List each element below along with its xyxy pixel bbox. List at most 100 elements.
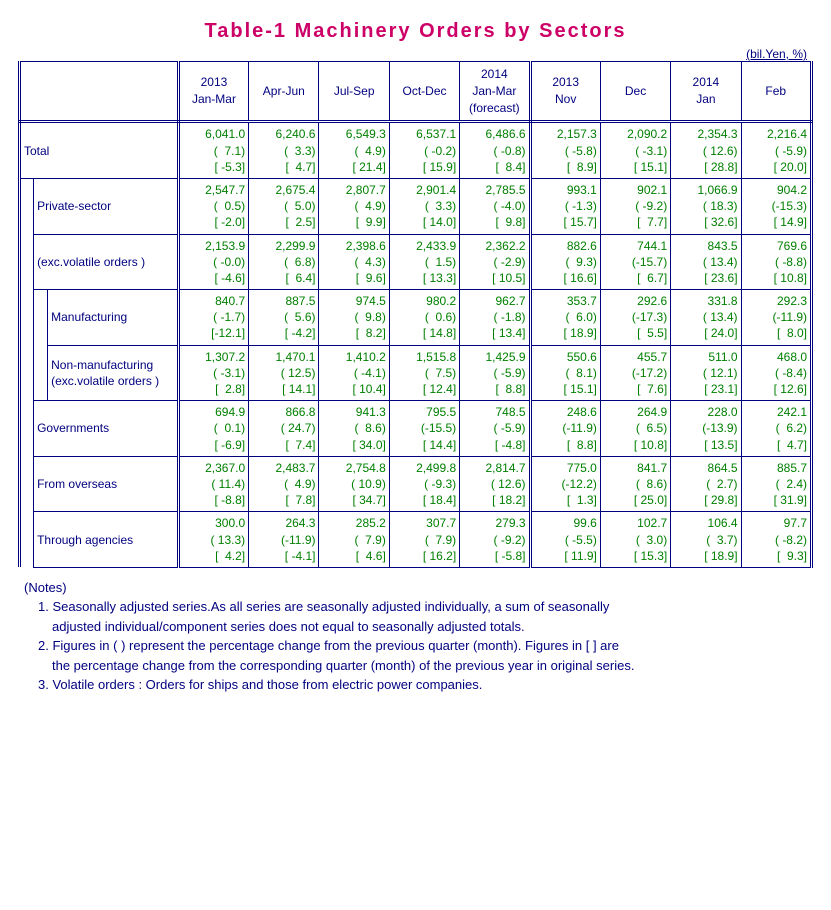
data-cell: 455.7 (-17.2) [ 7.6] [600, 345, 670, 401]
data-cell: 974.5 ( 9.8) [ 8.2] [319, 290, 389, 346]
note-1-cont: adjusted individual/component series doe… [52, 617, 813, 637]
data-cell: 887.5 ( 5.6) [ -4.2] [249, 290, 319, 346]
orders-table: 2013Jan-MarApr-JunJul-SepOct-Dec2014Jan-… [18, 61, 813, 568]
data-cell: 468.0 ( -8.4) [ 12.6] [741, 345, 811, 401]
indent-spacer [20, 178, 34, 567]
data-cell: 292.6 (-17.3) [ 5.5] [600, 290, 670, 346]
row-label: Through agencies [34, 512, 179, 568]
col-header: 2014Jan [671, 62, 741, 122]
note-3: 3. Volatile orders : Orders for ships an… [38, 675, 813, 695]
row-label: (exc.volatile orders ) [34, 234, 179, 290]
note-1: 1. Seasonally adjusted series.As all ser… [38, 597, 813, 617]
data-cell: 2,354.3 ( 12.6) [ 28.8] [671, 122, 741, 179]
data-cell: 300.0 ( 13.3) [ 4.2] [178, 512, 248, 568]
data-cell: 99.6 ( -5.5) [ 11.9] [530, 512, 600, 568]
data-cell: 1,470.1 ( 12.5) [ 14.1] [249, 345, 319, 401]
data-cell: 6,041.0 ( 7.1) [ -5.3] [178, 122, 248, 179]
data-cell: 993.1 ( -1.3) [ 15.7] [530, 178, 600, 234]
data-cell: 2,754.8 ( 10.9) [ 34.7] [319, 456, 389, 512]
row-label: From overseas [34, 456, 179, 512]
data-cell: 2,362.2 ( -2.9) [ 10.5] [460, 234, 530, 290]
indent-spacer [34, 290, 48, 401]
col-header: Jul-Sep [319, 62, 389, 122]
data-cell: 2,433.9 ( 1.5) [ 13.3] [389, 234, 459, 290]
data-cell: 775.0 (-12.2) [ 1.3] [530, 456, 600, 512]
data-cell: 2,153.9 ( -0.0) [ -4.6] [178, 234, 248, 290]
note-2: 2. Figures in ( ) represent the percenta… [38, 636, 813, 656]
data-cell: 1,515.8 ( 7.5) [ 12.4] [389, 345, 459, 401]
data-cell: 6,486.6 ( -0.8) [ 8.4] [460, 122, 530, 179]
data-cell: 242.1 ( 6.2) [ 4.7] [741, 401, 811, 457]
data-cell: 285.2 ( 7.9) [ 4.6] [319, 512, 389, 568]
data-cell: 2,157.3 ( -5.8) [ 8.9] [530, 122, 600, 179]
data-cell: 228.0 (-13.9) [ 13.5] [671, 401, 741, 457]
data-cell: 885.7 ( 2.4) [ 31.9] [741, 456, 811, 512]
data-cell: 2,675.4 ( 5.0) [ 2.5] [249, 178, 319, 234]
data-cell: 2,299.9 ( 6.8) [ 6.4] [249, 234, 319, 290]
data-cell: 962.7 ( -1.8) [ 13.4] [460, 290, 530, 346]
data-cell: 102.7 ( 3.0) [ 15.3] [600, 512, 670, 568]
data-cell: 744.1 (-15.7) [ 6.7] [600, 234, 670, 290]
data-cell: 904.2 (-15.3) [ 14.9] [741, 178, 811, 234]
data-cell: 2,090.2 ( -3.1) [ 15.1] [600, 122, 670, 179]
data-cell: 902.1 ( -9.2) [ 7.7] [600, 178, 670, 234]
col-header: 2013Nov [530, 62, 600, 122]
data-cell: 1,425.9 ( -5.9) [ 8.8] [460, 345, 530, 401]
col-header: 2013Jan-Mar [178, 62, 248, 122]
col-header: Oct-Dec [389, 62, 459, 122]
data-cell: 748.5 ( -5.9) [ -4.8] [460, 401, 530, 457]
data-cell: 6,549.3 ( 4.9) [ 21.4] [319, 122, 389, 179]
data-cell: 1,410.2 ( -4.1) [ 10.4] [319, 345, 389, 401]
row-label: Governments [34, 401, 179, 457]
notes-header: (Notes) [24, 578, 813, 598]
data-cell: 97.7 ( -8.2) [ 9.3] [741, 512, 811, 568]
col-header: Feb [741, 62, 811, 122]
notes: (Notes) 1. Seasonally adjusted series.As… [18, 578, 813, 695]
col-header: 2014Jan-Mar(forecast) [460, 62, 530, 122]
data-cell: 331.8 ( 13.4) [ 24.0] [671, 290, 741, 346]
data-cell: 2,814.7 ( 12.6) [ 18.2] [460, 456, 530, 512]
data-cell: 2,398.6 ( 4.3) [ 9.6] [319, 234, 389, 290]
data-cell: 2,547.7 ( 0.5) [ -2.0] [178, 178, 248, 234]
data-cell: 2,367.0 ( 11.4) [ -8.8] [178, 456, 248, 512]
data-cell: 307.7 ( 7.9) [ 16.2] [389, 512, 459, 568]
data-cell: 353.7 ( 6.0) [ 18.9] [530, 290, 600, 346]
unit-label: (bil.Yen, %) [18, 47, 813, 61]
data-cell: 795.5 (-15.5) [ 14.4] [389, 401, 459, 457]
col-header: Dec [600, 62, 670, 122]
data-cell: 1,307.2 ( -3.1) [ 2.8] [178, 345, 248, 401]
data-cell: 980.2 ( 0.6) [ 14.8] [389, 290, 459, 346]
row-label: Private-sector [34, 178, 179, 234]
data-cell: 279.3 ( -9.2) [ -5.8] [460, 512, 530, 568]
data-cell: 2,901.4 ( 3.3) [ 14.0] [389, 178, 459, 234]
data-cell: 2,483.7 ( 4.9) [ 7.8] [249, 456, 319, 512]
data-cell: 941.3 ( 8.6) [ 34.0] [319, 401, 389, 457]
data-cell: 2,785.5 ( -4.0) [ 9.8] [460, 178, 530, 234]
row-label: Total [20, 122, 179, 179]
row-label: Non-manufacturing (exc.volatile orders ) [48, 345, 179, 401]
data-cell: 292.3 (-11.9) [ 8.0] [741, 290, 811, 346]
data-cell: 769.6 ( -8.8) [ 10.8] [741, 234, 811, 290]
data-cell: 841.7 ( 8.6) [ 25.0] [600, 456, 670, 512]
data-cell: 264.9 ( 6.5) [ 10.8] [600, 401, 670, 457]
col-header: Apr-Jun [249, 62, 319, 122]
data-cell: 1,066.9 ( 18.3) [ 32.6] [671, 178, 741, 234]
row-label: Manufacturing [48, 290, 179, 346]
data-cell: 864.5 ( 2.7) [ 29.8] [671, 456, 741, 512]
table-title: Table-1 Machinery Orders by Sectors [18, 20, 813, 43]
data-cell: 866.8 ( 24.7) [ 7.4] [249, 401, 319, 457]
data-cell: 2,499.8 ( -9.3) [ 18.4] [389, 456, 459, 512]
data-cell: 264.3 (-11.9) [ -4.1] [249, 512, 319, 568]
data-cell: 2,216.4 ( -5.9) [ 20.0] [741, 122, 811, 179]
data-cell: 840.7 ( -1.7) [-12.1] [178, 290, 248, 346]
data-cell: 6,537.1 ( -0.2) [ 15.9] [389, 122, 459, 179]
note-2-cont: the percentage change from the correspon… [52, 656, 813, 676]
data-cell: 2,807.7 ( 4.9) [ 9.9] [319, 178, 389, 234]
data-cell: 511.0 ( 12.1) [ 23.1] [671, 345, 741, 401]
data-cell: 694.9 ( 0.1) [ -6.9] [178, 401, 248, 457]
data-cell: 6,240.6 ( 3.3) [ 4.7] [249, 122, 319, 179]
data-cell: 248.6 (-11.9) [ 8.8] [530, 401, 600, 457]
data-cell: 106.4 ( 3.7) [ 18.9] [671, 512, 741, 568]
data-cell: 882.6 ( 9.3) [ 16.6] [530, 234, 600, 290]
data-cell: 550.6 ( 8.1) [ 15.1] [530, 345, 600, 401]
